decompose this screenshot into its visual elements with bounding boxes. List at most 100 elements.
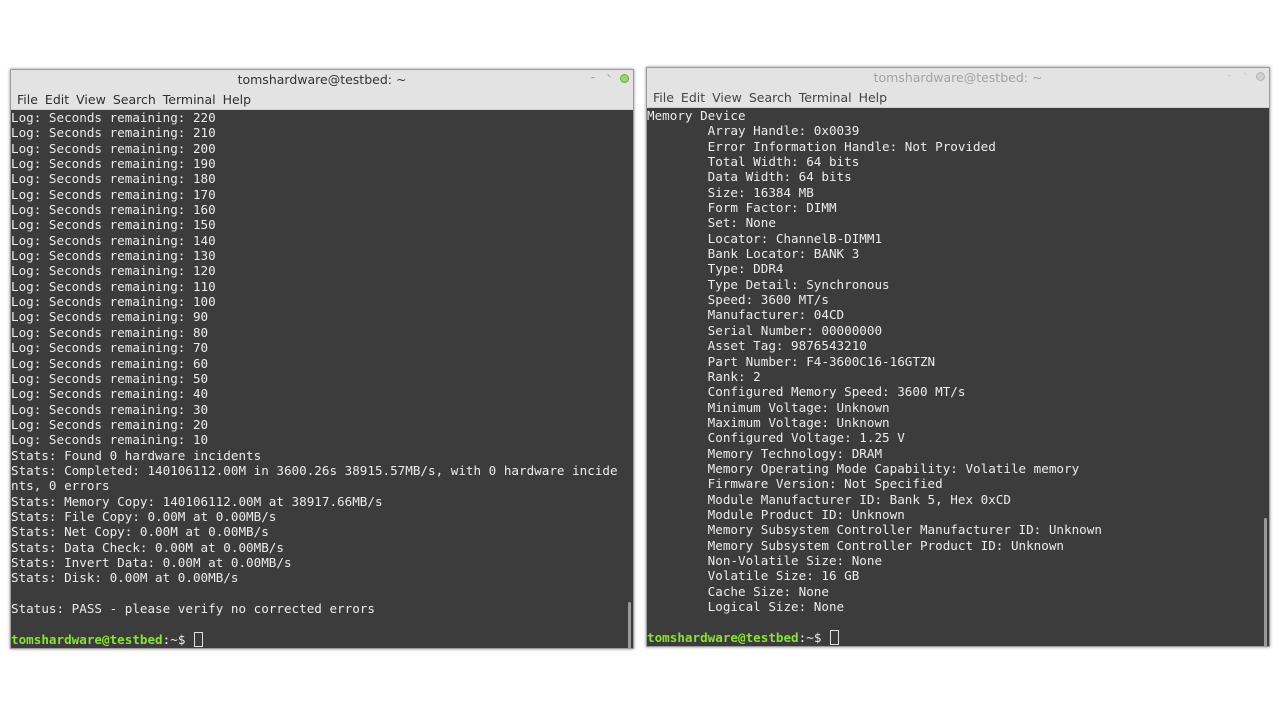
shell-prompt[interactable]: tomshardware@testbed:~$	[647, 629, 1261, 645]
terminal-line: Memory Technology: DRAM	[647, 445, 883, 461]
terminal-line: Locator: ChannelB-DIMM1	[647, 230, 883, 246]
terminal-line: nts, 0 errors	[11, 478, 110, 494]
terminal-line: Stats: Invert Data: 0.00M at 0.00MB/s	[11, 554, 292, 570]
terminal-line: Memory Subsystem Controller Product ID: …	[647, 537, 1065, 553]
minimize-icon[interactable]: –	[588, 73, 598, 83]
prompt-user-host: tomshardware@testbed	[647, 629, 799, 645]
close-icon[interactable]	[1256, 72, 1265, 81]
right-title-bar[interactable]: tomshardware@testbed: ~ – ⸌	[647, 68, 1269, 88]
terminal-line: Total Width: 64 bits	[647, 154, 860, 170]
terminal-line: Log: Seconds remaining: 20	[11, 416, 209, 432]
terminal-line: Configured Memory Speed: 3600 MT/s	[647, 384, 966, 400]
terminal-line: Set: None	[647, 215, 776, 231]
terminal-line: Log: Seconds remaining: 90	[11, 309, 209, 325]
terminal-line: Serial Number: 00000000	[647, 322, 883, 338]
menu-search[interactable]: Search	[746, 88, 795, 107]
menu-help[interactable]: Help	[220, 90, 255, 109]
terminal-line: Log: Seconds remaining: 10	[11, 432, 209, 448]
terminal-line: Array Handle: 0x0039	[647, 123, 860, 139]
terminal-line: Rank: 2	[647, 368, 761, 384]
maximize-icon[interactable]: ⸌	[604, 73, 614, 83]
terminal-line: Non-Volatile Size: None	[647, 552, 883, 568]
terminal-line: Log: Seconds remaining: 150	[11, 217, 216, 233]
terminal-line: Data Width: 64 bits	[647, 169, 852, 185]
left-terminal-lines: Log: Seconds remaining: 220 Log: Seconds …	[11, 110, 625, 647]
menu-search[interactable]: Search	[110, 90, 159, 109]
terminal-line: Bank Locator: BANK 3	[647, 246, 860, 262]
terminal-line: Stats: Memory Copy: 140106112.00M at 389…	[11, 493, 383, 509]
close-icon[interactable]	[620, 74, 629, 83]
terminal-line: Stats: Data Check: 0.00M at 0.00MB/s	[11, 539, 284, 555]
terminal-line: Stats: Net Copy: 0.00M at 0.00MB/s	[11, 524, 269, 540]
terminal-line: Size: 16384 MB	[647, 184, 814, 200]
terminal-line: Log: Seconds remaining: 160	[11, 202, 216, 218]
terminal-line: Log: Seconds remaining: 200	[11, 140, 216, 156]
menu-view[interactable]: View	[73, 90, 109, 109]
shell-prompt[interactable]: tomshardware@testbed:~$	[11, 631, 625, 647]
terminal-line: Stats: Disk: 0.00M at 0.00MB/s	[11, 570, 239, 586]
left-menu-bar: File Edit View Search Terminal Help	[11, 90, 633, 110]
terminal-line: Log: Seconds remaining: 220	[11, 110, 216, 125]
terminal-line: Firmware Version: Not Specified	[647, 476, 943, 492]
terminal-line: Memory Subsystem Controller Manufacturer…	[647, 522, 1102, 538]
right-menu-bar: File Edit View Search Terminal Help	[647, 88, 1269, 108]
right-terminal-window[interactable]: tomshardware@testbed: ~ – ⸌ File Edit Vi…	[646, 67, 1270, 647]
terminal-line: Manufacturer: 04CD	[647, 307, 845, 323]
terminal-line: Stats: Found 0 hardware incidents	[11, 447, 262, 463]
terminal-line: Log: Seconds remaining: 130	[11, 248, 216, 264]
terminal-line: Status: PASS - please verify no correcte…	[11, 601, 375, 616]
terminal-line: Module Manufacturer ID: Bank 5, Hex 0xCD	[647, 491, 1011, 507]
minimize-icon[interactable]: –	[1224, 71, 1234, 81]
terminal-line: Logical Size: None	[647, 599, 845, 614]
terminal-line: Type: DDR4	[647, 261, 784, 277]
terminal-line: Form Factor: DIMM	[647, 200, 837, 216]
menu-edit[interactable]: Edit	[42, 90, 72, 109]
terminal-line: Log: Seconds remaining: 50	[11, 370, 209, 386]
terminal-line: Log: Seconds remaining: 30	[11, 401, 209, 417]
terminal-line: Log: Seconds remaining: 60	[11, 355, 209, 371]
text-cursor	[194, 631, 203, 647]
terminal-line: Maximum Voltage: Unknown	[647, 414, 890, 430]
prompt-user-host: tomshardware@testbed	[11, 631, 163, 647]
terminal-line: Log: Seconds remaining: 140	[11, 232, 216, 248]
right-window-title: tomshardware@testbed: ~	[873, 70, 1043, 85]
terminal-line: Volatile Size: 16 GB	[647, 568, 860, 584]
terminal-line: Memory Device	[647, 108, 746, 123]
terminal-line: Module Product ID: Unknown	[647, 506, 905, 522]
terminal-line: Memory Operating Mode Capability: Volati…	[647, 460, 1080, 476]
left-terminal-window[interactable]: tomshardware@testbed: ~ – ⸌ File Edit Vi…	[10, 69, 634, 649]
menu-terminal[interactable]: Terminal	[796, 88, 855, 107]
terminal-line: Log: Seconds remaining: 170	[11, 186, 216, 202]
terminal-line: Log: Seconds remaining: 120	[11, 263, 216, 279]
terminal-line: Type Detail: Synchronous	[647, 276, 890, 292]
right-terminal-output[interactable]: Memory Device Array Handle: 0x0039 Error…	[647, 108, 1269, 646]
terminal-line: Configured Voltage: 1.25 V	[647, 430, 905, 446]
left-scrollbar[interactable]	[628, 602, 631, 648]
terminal-line: Log: Seconds remaining: 190	[11, 156, 216, 172]
terminal-line: Minimum Voltage: Unknown	[647, 399, 890, 415]
prompt-path: :~$	[162, 631, 193, 647]
menu-help[interactable]: Help	[856, 88, 891, 107]
terminal-line: Log: Seconds remaining: 100	[11, 294, 216, 310]
menu-terminal[interactable]: Terminal	[160, 90, 219, 109]
menu-view[interactable]: View	[709, 88, 745, 107]
text-cursor	[830, 629, 839, 645]
terminal-line: Log: Seconds remaining: 110	[11, 278, 216, 294]
left-terminal-output[interactable]: Log: Seconds remaining: 220 Log: Seconds …	[11, 110, 633, 648]
menu-edit[interactable]: Edit	[678, 88, 708, 107]
maximize-icon[interactable]: ⸌	[1240, 71, 1250, 81]
terminal-line: Log: Seconds remaining: 40	[11, 386, 209, 402]
menu-file[interactable]: File	[650, 88, 677, 107]
right-terminal-lines: Memory Device Array Handle: 0x0039 Error…	[647, 108, 1261, 645]
terminal-line: Stats: File Copy: 0.00M at 0.00MB/s	[11, 508, 277, 524]
terminal-line: Stats: Completed: 140106112.00M in 3600.…	[11, 462, 618, 478]
left-title-bar[interactable]: tomshardware@testbed: ~ – ⸌	[11, 70, 633, 90]
menu-file[interactable]: File	[14, 90, 41, 109]
terminal-line: Part Number: F4-3600C16-16GTZN	[647, 353, 936, 369]
terminal-line: Speed: 3600 MT/s	[647, 292, 829, 308]
right-scrollbar[interactable]	[1264, 518, 1267, 646]
terminal-line: Cache Size: None	[647, 583, 829, 599]
left-window-title: tomshardware@testbed: ~	[237, 72, 407, 87]
